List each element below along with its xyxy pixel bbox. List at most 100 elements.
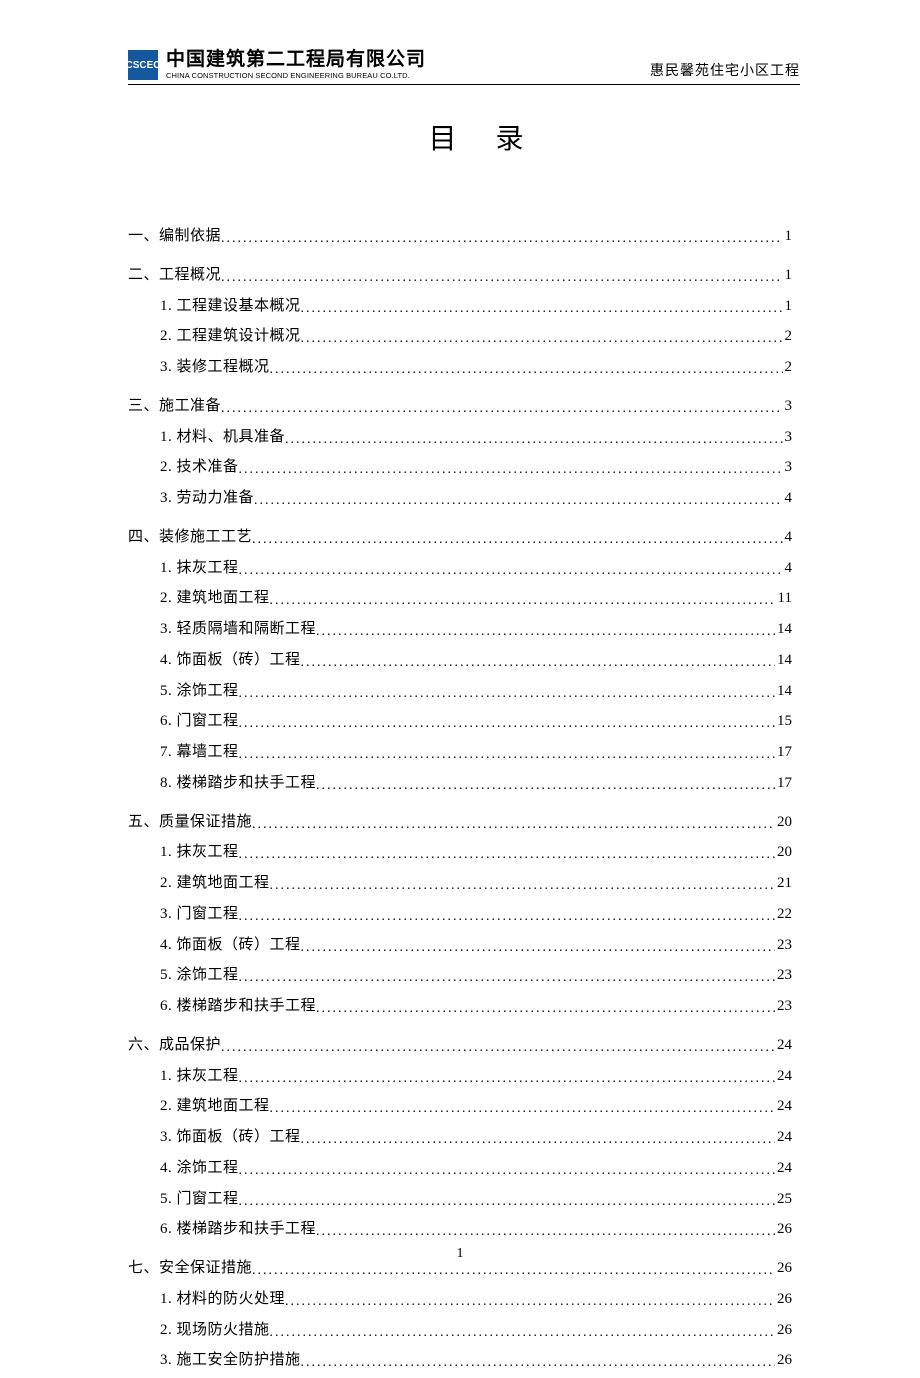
company-name-en: CHINA CONSTRUCTION SECOND ENGINEERING BU… [166,71,426,80]
toc-leader-dots [239,741,775,770]
toc-leader-dots [221,225,782,254]
toc-subsection[interactable]: 3. 饰面板（砖）工程24 [128,1122,792,1153]
toc-page-number: 20 [775,837,792,868]
toc-subsection[interactable]: 2. 建筑地面工程21 [128,868,792,899]
toc-page-number: 23 [775,960,792,991]
project-name: 惠民馨苑住宅小区工程 [650,60,800,80]
toc-label: 五、质量保证措施 [128,807,252,838]
toc-section[interactable]: 三、施工准备3 [128,391,792,422]
toc-subsection[interactable]: 4. 涂饰工程 24 [128,1153,792,1184]
toc-subsection[interactable]: 3. 劳动力准备4 [128,483,792,514]
toc-label: 2. 技术准备 [160,452,239,483]
toc-label: 6. 门窗工程 [160,706,239,737]
toc-leader-dots [316,772,775,801]
toc-label: 四、装修施工工艺 [128,522,252,553]
toc-label: 4. 饰面板（砖）工程 [160,645,301,676]
toc-page-number: 3 [783,391,793,422]
toc-leader-dots [239,841,775,870]
toc-leader-dots [270,356,783,385]
toc-page-number: 17 [775,768,792,799]
toc-leader-dots [239,1065,775,1094]
toc-leader-dots [270,1095,775,1124]
toc-subsection[interactable]: 7. 幕墙工程 17 [128,737,792,768]
toc-page-number: 14 [775,645,792,676]
toc-label: 二、工程概况 [128,260,221,291]
toc-page-number: 4 [783,522,793,553]
toc-label: 4. 涂饰工程 [160,1153,239,1184]
toc-section[interactable]: 二、工程概况1 [128,260,792,291]
toc-label: 2. 现场防火措施 [160,1315,270,1346]
toc-leader-dots [301,325,783,354]
toc-section[interactable]: 六、成品保护24 [128,1030,792,1061]
toc-subsection[interactable]: 5. 涂饰工程14 [128,676,792,707]
toc-subsection[interactable]: 5. 门窗工程25 [128,1184,792,1215]
toc-subsection[interactable]: 1. 抹灰工程4 [128,553,792,584]
toc-page-number: 26 [775,1345,792,1376]
toc-label: 1. 材料、机具准备 [160,422,285,453]
toc-label: 2. 建筑地面工程 [160,868,270,899]
toc-page-number: 24 [775,1153,792,1184]
toc-page-number: 24 [775,1091,792,1122]
toc-page-number: 22 [775,899,792,930]
toc-subsection[interactable]: 6. 门窗工程15 [128,706,792,737]
toc-subsection[interactable]: 6. 楼梯踏步和扶手工程26 [128,1214,792,1245]
toc-subsection[interactable]: 1. 抹灰工程 20 [128,837,792,868]
toc-subsection[interactable]: 2. 建筑地面工程 24 [128,1091,792,1122]
toc-section[interactable]: 四、装修施工工艺 4 [128,522,792,553]
toc-page-number: 23 [775,991,792,1022]
toc-label: 1. 抹灰工程 [160,1061,239,1092]
toc-subsection[interactable]: 3. 施工安全防护措施 26 [128,1345,792,1376]
toc-page-number: 25 [775,1184,792,1215]
toc-leader-dots [270,587,776,616]
toc-label: 一、编制依据 [128,221,221,252]
toc-leader-dots [239,710,775,739]
toc-page-number: 2 [783,352,793,383]
toc-subsection[interactable]: 1. 抹灰工程24 [128,1061,792,1092]
page-title: 目 录 [0,117,920,157]
toc-page-number: 4 [783,553,793,584]
toc-subsection[interactable]: 5. 涂饰工程 23 [128,960,792,991]
toc-subsection[interactable]: 6. 楼梯踏步和扶手工程23 [128,991,792,1022]
toc-label: 3. 施工安全防护措施 [160,1345,301,1376]
toc-label: 3. 门窗工程 [160,899,239,930]
toc-subsection[interactable]: 4. 饰面板（砖）工程23 [128,930,792,961]
toc-page-number: 26 [775,1284,792,1315]
toc-page-number: 17 [775,737,792,768]
toc-page-number: 14 [775,614,792,645]
toc-leader-dots [221,264,782,293]
toc-leader-dots [285,1288,775,1317]
toc-subsection[interactable]: 1. 材料、机具准备3 [128,422,792,453]
toc-label: 7. 幕墙工程 [160,737,239,768]
toc-label: 1. 抹灰工程 [160,837,239,868]
toc-label: 2. 建筑地面工程 [160,1091,270,1122]
toc-leader-dots [252,526,782,555]
toc-label: 5. 涂饰工程 [160,960,239,991]
toc-label: 六、成品保护 [128,1030,221,1061]
toc-leader-dots [239,680,775,709]
toc-leader-dots [301,649,775,678]
toc-section[interactable]: 五、质量保证措施20 [128,807,792,838]
table-of-contents: 一、编制依据1二、工程概况11. 工程建设基本概况12. 工程建筑设计概况23.… [0,221,920,1376]
toc-subsection[interactable]: 2. 现场防火措施26 [128,1315,792,1346]
toc-subsection[interactable]: 1. 工程建设基本概况1 [128,291,792,322]
toc-page-number: 26 [775,1214,792,1245]
toc-leader-dots [301,934,775,963]
page-header: CSCEC 中国建筑第二工程局有限公司 CHINA CONSTRUCTION S… [128,0,800,85]
toc-subsection[interactable]: 2. 建筑地面工程11 [128,583,792,614]
toc-leader-dots [316,618,775,647]
toc-leader-dots [239,1157,775,1186]
company-name-cn: 中国建筑第二工程局有限公司 [166,50,426,71]
toc-subsection[interactable]: 8. 楼梯踏步和扶手工程17 [128,768,792,799]
company-block: 中国建筑第二工程局有限公司 CHINA CONSTRUCTION SECOND … [166,50,426,80]
toc-subsection[interactable]: 1. 材料的防火处理26 [128,1284,792,1315]
toc-page-number: 23 [775,930,792,961]
toc-page-number: 1 [783,221,793,252]
toc-subsection[interactable]: 3. 门窗工程 22 [128,899,792,930]
toc-section[interactable]: 一、编制依据 1 [128,221,792,252]
toc-subsection[interactable]: 3. 装修工程概况2 [128,352,792,383]
toc-subsection[interactable]: 4. 饰面板（砖）工程 14 [128,645,792,676]
toc-subsection[interactable]: 2. 技术准备3 [128,452,792,483]
toc-page-number: 11 [776,583,792,614]
toc-subsection[interactable]: 2. 工程建筑设计概况2 [128,321,792,352]
toc-subsection[interactable]: 3. 轻质隔墙和隔断工程14 [128,614,792,645]
